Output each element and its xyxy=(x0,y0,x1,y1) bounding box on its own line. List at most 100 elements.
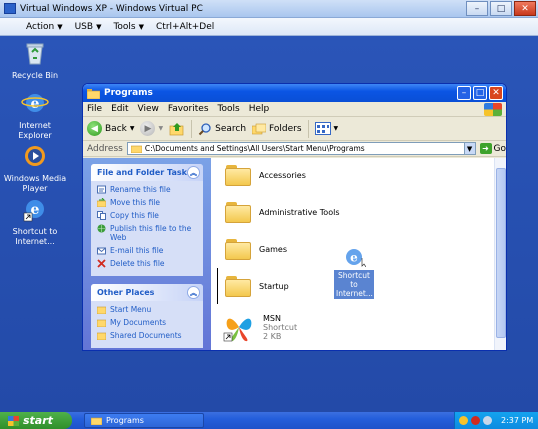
address-dropdown-button[interactable]: ▼ xyxy=(463,143,475,154)
host-title: Virtual Windows XP - Windows Virtual PC xyxy=(20,3,203,14)
desktop-icon-recycle-bin[interactable]: Recycle Bin xyxy=(3,40,67,81)
forward-button[interactable]: ▶ ▼ xyxy=(140,121,163,136)
file-folder-tasks-header[interactable]: File and Folder Tasks ︽ xyxy=(91,164,203,181)
address-field[interactable]: C:\Documents and Settings\All Users\Star… xyxy=(126,142,476,155)
svg-text:e: e xyxy=(350,251,358,265)
host-menu-action[interactable]: Action ▼ xyxy=(26,22,63,32)
folder-administrative-tools[interactable]: Administrative Tools xyxy=(225,201,339,223)
msn-name: MSN xyxy=(263,313,281,323)
desktop-icon-internet-explorer[interactable]: e Internet Explorer xyxy=(3,90,67,141)
host-minimize-button[interactable]: – xyxy=(466,1,488,16)
folder-startup[interactable]: Startup xyxy=(225,275,289,297)
address-label: Address xyxy=(87,143,123,154)
forward-arrow-icon: ▶ xyxy=(140,121,156,136)
taskbar-programs-button[interactable]: Programs xyxy=(84,413,204,428)
host-menu-bar: Action ▼ USB ▼ Tools ▼ Ctrl+Alt+Del xyxy=(0,18,538,36)
host-menu-tools[interactable]: Tools ▼ xyxy=(113,22,144,32)
menu-file[interactable]: File xyxy=(87,104,102,114)
msn-butterfly-icon xyxy=(223,318,252,342)
folder-games[interactable]: Games xyxy=(225,238,287,260)
publish-icon xyxy=(97,224,106,233)
network-icon[interactable] xyxy=(483,416,492,425)
up-folder-button[interactable] xyxy=(169,121,185,136)
rename-icon xyxy=(97,185,106,194)
task-email[interactable]: E-mail this file xyxy=(97,246,197,255)
clock[interactable]: 2:37 PM xyxy=(501,416,533,425)
ie-shortcut-icon: e xyxy=(346,249,367,268)
explorer-menu-bar: File Edit View Favorites Tools Help xyxy=(83,102,506,117)
email-icon xyxy=(97,247,106,255)
menu-favorites[interactable]: Favorites xyxy=(168,104,209,114)
dragging-shortcut[interactable]: e Shortcut to Internet... xyxy=(334,247,374,299)
folders-icon xyxy=(252,123,267,134)
address-bar: Address C:\Documents and Settings\All Us… xyxy=(83,141,506,157)
warning-icon[interactable] xyxy=(459,416,468,425)
toolbar-separator xyxy=(191,119,193,138)
menu-tools[interactable]: Tools xyxy=(218,104,240,114)
delete-icon xyxy=(97,259,106,268)
folder-icon xyxy=(97,332,106,340)
vertical-scrollbar[interactable] xyxy=(494,158,506,350)
menu-view[interactable]: View xyxy=(138,104,159,114)
other-places-panel: Other Places ︽ Start Menu My Documents S… xyxy=(91,284,203,348)
views-button[interactable]: ▼ xyxy=(314,122,338,135)
folder-icon xyxy=(97,306,106,314)
folder-icon xyxy=(225,238,251,260)
explorer-maximize-button[interactable]: □ xyxy=(473,86,487,100)
move-icon xyxy=(97,198,106,207)
place-my-documents[interactable]: My Documents xyxy=(97,318,197,327)
collapse-chevron-icon[interactable]: ︽ xyxy=(187,286,200,299)
desktop-icon-ie-shortcut[interactable]: e Shortcut to Internet... xyxy=(3,196,67,247)
task-move[interactable]: Move this file xyxy=(97,198,197,207)
task-copy[interactable]: Copy this file xyxy=(97,211,197,220)
folder-icon xyxy=(87,88,100,99)
ie-shortcut-icon: e xyxy=(23,200,44,222)
search-button[interactable]: Search xyxy=(198,122,246,136)
go-button[interactable]: ➜ Go xyxy=(479,143,506,154)
task-pane: File and Folder Tasks ︽ Rename this file… xyxy=(83,158,211,350)
explorer-toolbar: ◀ Back ▼ ▶ ▼ Search Folders ▼ xyxy=(83,117,506,141)
explorer-title-bar: Programs xyxy=(83,84,506,102)
views-icon xyxy=(314,122,331,135)
menu-edit[interactable]: Edit xyxy=(111,104,128,114)
shortcut-msn[interactable]: MSN Shortcut 2 KB xyxy=(223,312,297,342)
search-icon xyxy=(198,122,211,135)
windows-media-player-icon xyxy=(25,146,45,166)
address-path: C:\Documents and Settings\All Users\Star… xyxy=(144,144,365,153)
file-folder-tasks-panel: File and Folder Tasks ︽ Rename this file… xyxy=(91,164,203,276)
task-publish[interactable]: Publish this file to the Web xyxy=(97,224,197,242)
host-maximize-button[interactable]: □ xyxy=(490,1,512,16)
collapse-chevron-icon[interactable]: ︽ xyxy=(187,166,200,179)
task-rename[interactable]: Rename this file xyxy=(97,185,197,194)
host-title-bar: Virtual Windows XP - Windows Virtual PC … xyxy=(0,0,538,18)
folders-button[interactable]: Folders xyxy=(252,123,302,135)
folder-icon xyxy=(225,275,251,297)
explorer-close-button[interactable]: ✕ xyxy=(489,86,503,100)
msn-size: 2 KB xyxy=(263,331,282,341)
other-places-header[interactable]: Other Places ︽ xyxy=(91,284,203,301)
scrollbar-thumb[interactable] xyxy=(496,168,506,338)
host-menu-usb[interactable]: USB ▼ xyxy=(75,22,102,32)
start-button[interactable]: start xyxy=(0,412,72,429)
back-button[interactable]: ◀ Back ▼ xyxy=(87,121,134,136)
desktop-icon-windows-media-player[interactable]: Windows Media Player xyxy=(3,143,67,194)
explorer-window: Programs – □ ✕ File Edit View Favorites … xyxy=(82,83,507,351)
dragging-shortcut-label: Shortcut to Internet... xyxy=(334,270,374,299)
recycle-bin-icon xyxy=(26,43,44,65)
place-start-menu[interactable]: Start Menu xyxy=(97,305,197,314)
folder-accessories[interactable]: Accessories xyxy=(225,164,306,186)
folder-icon xyxy=(130,145,142,153)
menu-help[interactable]: Help xyxy=(249,104,270,114)
windows-flag-icon xyxy=(8,415,19,426)
host-menu-ctrl-alt-del[interactable]: Ctrl+Alt+Del xyxy=(156,22,214,32)
security-icon[interactable] xyxy=(471,416,480,425)
internet-explorer-icon: e xyxy=(21,94,49,112)
system-tray: 2:37 PM xyxy=(454,412,538,429)
host-close-button[interactable]: ✕ xyxy=(514,1,536,16)
virtual-pc-window: Virtual Windows XP - Windows Virtual PC … xyxy=(0,0,538,429)
windows-logo-icon xyxy=(484,103,502,116)
task-delete[interactable]: Delete this file xyxy=(97,259,197,268)
place-shared-documents[interactable]: Shared Documents xyxy=(97,331,197,340)
explorer-minimize-button[interactable]: – xyxy=(457,86,471,100)
folder-icon xyxy=(91,417,102,425)
